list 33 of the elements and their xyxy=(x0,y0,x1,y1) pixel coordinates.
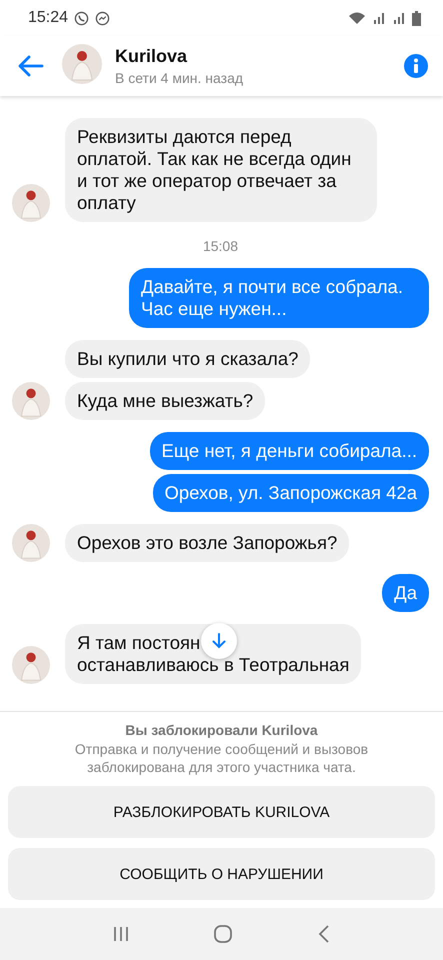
sender-avatar xyxy=(12,646,50,684)
signal-icon xyxy=(372,11,386,25)
arrow-down-icon xyxy=(212,633,226,649)
sent-message: Да xyxy=(382,574,429,612)
wifi-icon xyxy=(348,11,366,25)
blocked-title: Вы заблокировали Kurilova xyxy=(125,722,318,738)
battery-icon xyxy=(412,10,421,26)
sent-message: Еще нет, я деньги собирала... xyxy=(150,432,429,470)
chat-bubble-icon xyxy=(95,10,110,26)
received-message: Вы купили что я сказала? xyxy=(65,340,310,378)
home-icon[interactable] xyxy=(214,925,232,943)
received-message: Куда мне выезжать? xyxy=(65,382,266,420)
back-icon[interactable] xyxy=(318,925,330,943)
recent-apps-icon[interactable] xyxy=(112,926,129,942)
message-timestamp: 15:08 xyxy=(202,238,240,254)
sent-message: Орехов, ул. Запорожская 42а xyxy=(152,474,429,512)
contact-status: В сети 4 мин. назад xyxy=(115,70,244,86)
info-button[interactable] xyxy=(403,53,429,79)
sent-message: Давайте, я почти все собрала. Час еще нужен... xyxy=(129,268,429,328)
contact-avatar xyxy=(62,44,102,84)
report-button[interactable]: СООБЩИТЬ О НАРУШЕНИИ xyxy=(8,848,435,900)
status-time: 15:24 xyxy=(28,9,68,27)
sender-avatar xyxy=(12,184,50,222)
phone-icon xyxy=(74,10,90,26)
received-message: Реквизиты даются перед оплатой. Так как не всегда один и тот же оператор отвечает за оплату xyxy=(65,118,377,222)
blocked-description: Отправка и получение сообщений и вызовов заблокирована для этого участника чата. xyxy=(74,740,370,776)
sender-avatar xyxy=(12,382,50,420)
unblock-button[interactable]: РАЗБЛОКИРОВАТЬ KURILOVA xyxy=(8,786,435,838)
signal-icon xyxy=(392,11,406,25)
sender-avatar xyxy=(12,524,50,562)
contact-name: Kurilova xyxy=(115,46,188,67)
received-message: Орехов это возле Запорожья? xyxy=(65,524,350,562)
received-message: Я там постоян останавливаюсь в Теотральная xyxy=(65,624,362,684)
